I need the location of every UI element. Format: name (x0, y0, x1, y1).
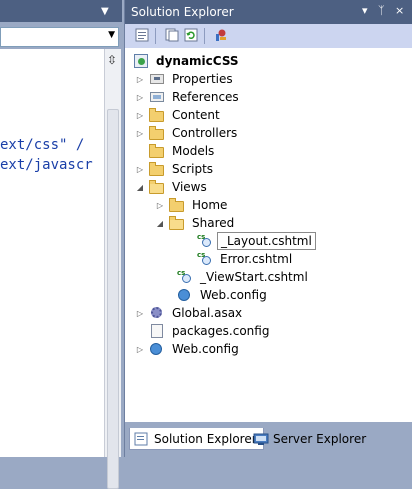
tree-item-label: Global.asax (172, 306, 243, 320)
solution-tree: dynamicCSS ▷ Properties ▷ References ▷ C… (125, 48, 412, 422)
folder-icon (149, 161, 165, 177)
server-explorer-icon (253, 431, 269, 447)
panel-title: Solution Explorer (131, 5, 234, 19)
expand-arrow-icon[interactable]: ▷ (135, 165, 145, 174)
folder-icon (149, 107, 165, 123)
properties-icon[interactable] (134, 27, 150, 43)
tree-item-views-web-config[interactable]: Web.config (177, 286, 270, 304)
expand-arrow-icon[interactable]: ▷ (155, 201, 165, 210)
editor-title-bar: ▼ (0, 0, 122, 22)
chevron-down-icon[interactable]: ▼ (108, 30, 115, 40)
tab-server-explorer[interactable]: Server Explorer (249, 428, 372, 450)
editor-member-dropdown[interactable]: ▼ (0, 27, 119, 47)
cshtml-file-icon: cs (197, 251, 213, 267)
code-line: ext/javascr (0, 157, 93, 173)
tree-item-controllers[interactable]: ▷ Controllers (135, 124, 240, 142)
tree-item-views[interactable]: ◢ Views (135, 178, 210, 196)
tree-item-label: Views (172, 180, 207, 194)
tree-item-shared[interactable]: ◢ Shared (155, 214, 237, 232)
auto-hide-pin-icon[interactable]: ᛉ (378, 4, 385, 17)
tree-item-label: Shared (192, 216, 235, 230)
tree-item-home[interactable]: ▷ Home (155, 196, 230, 214)
config-file-icon (149, 323, 165, 339)
web-config-icon (149, 341, 165, 357)
tree-item-layout-cshtml[interactable]: cs _Layout.cshtml (197, 232, 316, 250)
tree-item-label: Models (172, 144, 215, 158)
folder-icon (149, 125, 165, 141)
collapse-arrow-icon[interactable]: ◢ (135, 183, 145, 192)
project-icon (133, 53, 149, 69)
editor-vertical-scrollbar[interactable]: ⇳ (104, 49, 121, 489)
tree-item-label: packages.config (172, 324, 270, 338)
solution-explorer-toolbar (125, 24, 412, 49)
tree-item-label: Content (172, 108, 220, 122)
tree-item-references[interactable]: ▷ References (135, 88, 242, 106)
tab-label: Server Explorer (273, 432, 367, 446)
editor-menu-dropdown-icon[interactable]: ▼ (101, 6, 109, 17)
split-handle-icon[interactable]: ⇳ (107, 53, 117, 67)
tree-item-error-cshtml[interactable]: cs Error.cshtml (197, 250, 295, 268)
expand-arrow-icon[interactable]: ▷ (135, 75, 145, 84)
tree-item-scripts[interactable]: ▷ Scripts (135, 160, 216, 178)
show-all-files-icon[interactable] (164, 27, 180, 43)
tree-item-packages-config[interactable]: packages.config (135, 322, 272, 340)
code-area[interactable]: ext/css" / ext/javascr (0, 49, 104, 457)
expand-arrow-icon[interactable]: ▷ (135, 345, 145, 354)
scrollbar-thumb[interactable] (107, 109, 119, 489)
tree-item-label: _ViewStart.cshtml (200, 270, 308, 284)
tree-item-content[interactable]: ▷ Content (135, 106, 223, 124)
tree-item-viewstart-cshtml[interactable]: cs _ViewStart.cshtml (177, 268, 311, 286)
expand-arrow-icon[interactable]: ▷ (135, 93, 145, 102)
tree-item-label: dynamicCSS (156, 54, 239, 68)
tab-label: Solution Explorer (154, 431, 257, 446)
tree-item-label: _Layout.cshtml (217, 232, 316, 250)
properties-icon (149, 71, 165, 87)
expand-arrow-icon[interactable]: ▷ (135, 111, 145, 120)
tree-item-label: Error.cshtml (220, 252, 293, 266)
tree-item-properties[interactable]: ▷ Properties (135, 70, 236, 88)
cshtml-file-icon: cs (177, 269, 193, 285)
bottom-tab-strip: Solution Explorer Server Explorer (125, 422, 412, 457)
web-config-icon (177, 287, 193, 303)
expand-arrow-icon[interactable]: ▷ (135, 129, 145, 138)
expand-arrow-icon[interactable]: ▷ (135, 309, 145, 318)
cshtml-file-icon: cs (197, 233, 213, 249)
solution-explorer-panel: Solution Explorer ▾ ᛉ × dynamicCSS ▷ Pro… (124, 0, 412, 457)
code-line: ext/css" / (0, 137, 85, 153)
collapse-arrow-icon[interactable]: ◢ (155, 219, 165, 228)
solution-explorer-icon (134, 431, 150, 447)
tree-item-web-config[interactable]: ▷ Web.config (135, 340, 242, 358)
tree-item-label: Web.config (200, 288, 267, 302)
folder-icon (169, 197, 185, 213)
refresh-icon[interactable] (183, 27, 199, 43)
tree-item-label: Properties (172, 72, 233, 86)
class-diagram-icon[interactable] (213, 27, 229, 43)
global-asax-icon (149, 305, 165, 321)
folder-open-icon (149, 179, 165, 195)
references-icon (149, 89, 165, 105)
tree-item-global-asax[interactable]: ▷ Global.asax (135, 304, 245, 322)
tree-item-label: Home (192, 198, 228, 212)
code-editor-pane: ▼ ▼ ext/css" / ext/javascr ⇳ (0, 0, 122, 489)
tree-item-project[interactable]: dynamicCSS (133, 52, 242, 70)
folder-open-icon (169, 215, 185, 231)
tree-item-label: Web.config (172, 342, 239, 356)
tree-item-models[interactable]: Models (135, 142, 217, 160)
tree-item-label: References (172, 90, 239, 104)
close-icon[interactable]: × (395, 4, 404, 17)
tab-solution-explorer[interactable]: Solution Explorer (129, 428, 264, 450)
window-position-icon[interactable]: ▾ (362, 4, 368, 17)
folder-icon (149, 143, 165, 159)
tree-item-label: Scripts (172, 162, 214, 176)
tree-item-label: Controllers (172, 126, 238, 140)
panel-title-bar: Solution Explorer ▾ ᛉ × (125, 0, 412, 24)
